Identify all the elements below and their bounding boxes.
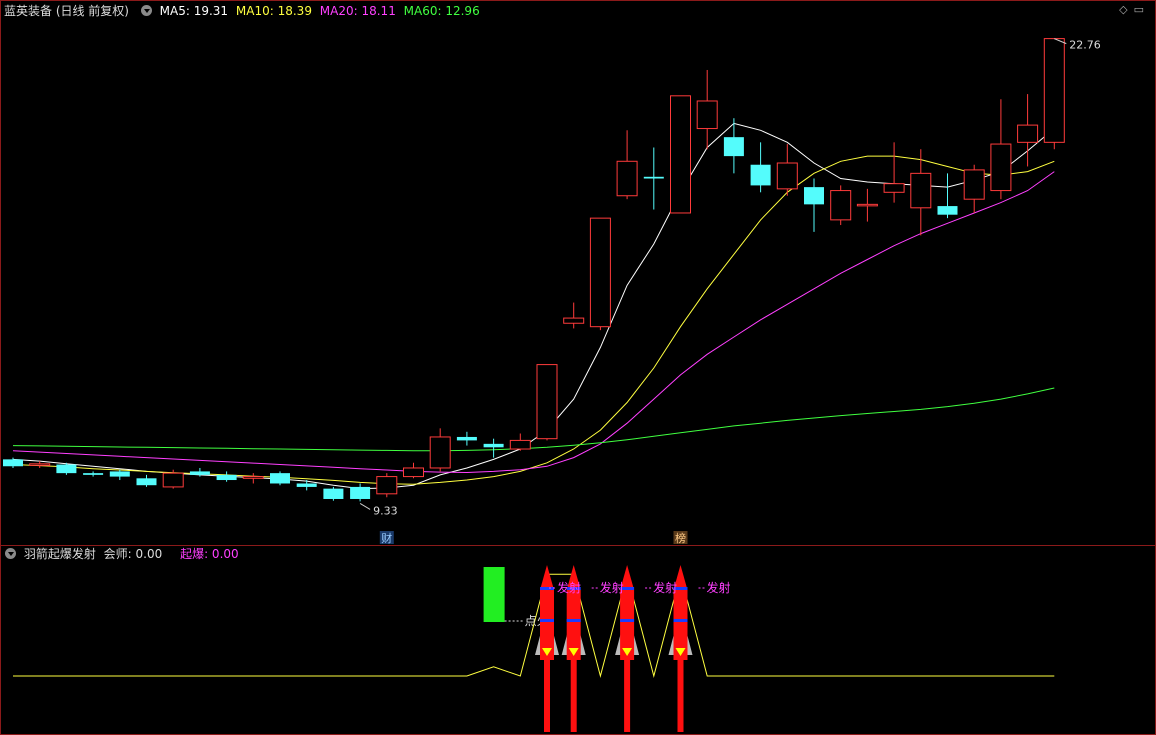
ma5-label: MA5: 19.31	[159, 4, 229, 18]
restore-window-icon[interactable]: ▭	[1134, 3, 1150, 16]
indicator-title: 羽箭起爆发射	[23, 547, 96, 561]
main-pane-border	[0, 0, 1156, 546]
indicator-header: 羽箭起爆发射 会师: 0.00 起爆: 0.00	[0, 544, 243, 564]
ma60-label: MA60: 12.96	[403, 4, 480, 18]
main-chart-header: 蓝英装备 (日线 前复权) MA5: 19.31 MA10: 18.39 MA2…	[0, 1, 484, 21]
stock-title: 蓝英装备 (日线 前复权)	[4, 4, 129, 18]
settings-diamond-icon[interactable]: ◇	[1119, 3, 1133, 16]
sub-pane-border	[0, 545, 1156, 735]
collapse-toggle-icon[interactable]	[5, 548, 16, 559]
collapse-toggle-icon[interactable]	[140, 5, 152, 16]
qibao-value: 起爆: 0.00	[180, 547, 239, 561]
window-controls: ◇▭	[1119, 3, 1150, 16]
ma20-label: MA20: 18.11	[319, 4, 396, 18]
ma10-label: MA10: 18.39	[235, 4, 312, 18]
huishi-value: 会师: 0.00	[103, 547, 163, 561]
